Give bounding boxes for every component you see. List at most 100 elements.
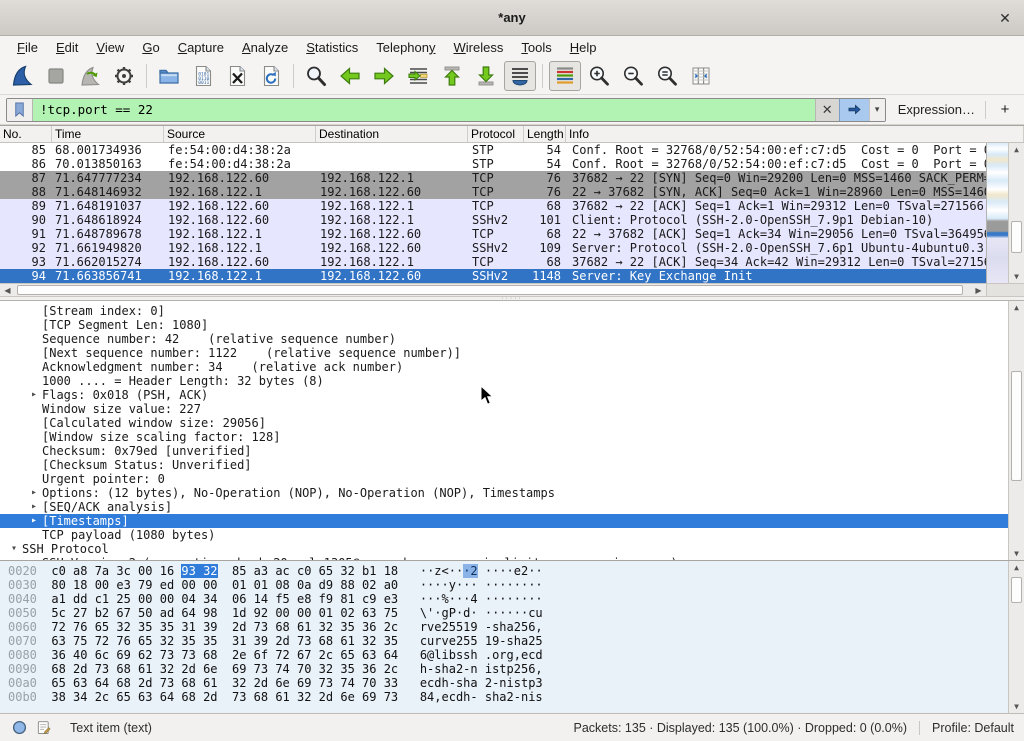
scroll-right-icon[interactable]: ▶ (971, 284, 986, 296)
column-header-info[interactable]: Info (566, 126, 1024, 142)
details-scroll-thumb[interactable] (1011, 371, 1022, 481)
packet-row-91[interactable]: 9171.648789678192.168.122.1192.168.122.6… (0, 227, 1024, 241)
detail-line-1[interactable]: [TCP Segment Len: 1080] (0, 318, 1024, 332)
bytes-scroll-thumb[interactable] (1011, 577, 1022, 603)
detail-line-10[interactable]: Checksum: 0x79ed [unverified] (0, 444, 1024, 458)
detail-line-17[interactable]: ▾SSH Protocol (0, 542, 1024, 556)
display-filter-input[interactable] (33, 99, 815, 121)
capture-options-button[interactable] (108, 61, 140, 91)
capture-comment-button[interactable] (34, 720, 52, 736)
packet-row-89[interactable]: 8971.648191037192.168.122.60192.168.122.… (0, 199, 1024, 213)
hex-row-00a0[interactable]: 00a0 65 63 64 68 2d 73 68 61 32 2d 6e 69… (8, 676, 1024, 690)
colorize-button[interactable] (549, 61, 581, 91)
detail-line-5[interactable]: 1000 .... = Header Length: 32 bytes (8) (0, 374, 1024, 388)
menu-wireless[interactable]: Wireless (445, 38, 513, 57)
zoom-original-button[interactable] (651, 61, 683, 91)
detail-line-6[interactable]: ▸Flags: 0x018 (PSH, ACK) (0, 388, 1024, 402)
detail-line-0[interactable]: [Stream index: 0] (0, 304, 1024, 318)
menu-help[interactable]: Help (561, 38, 606, 57)
hex-row-0070[interactable]: 0070 63 75 72 76 65 32 35 35 31 39 2d 73… (8, 634, 1024, 648)
hex-row-0060[interactable]: 0060 72 76 65 32 35 35 31 39 2d 73 68 61… (8, 620, 1024, 634)
hex-row-0030[interactable]: 0030 80 18 00 e3 79 ed 00 00 01 01 08 0a… (8, 578, 1024, 592)
column-header-protocol[interactable]: Protocol (468, 126, 524, 142)
start-capture-button[interactable] (6, 61, 38, 91)
profile-status[interactable]: Profile: Default (932, 721, 1014, 735)
menu-capture[interactable]: Capture (169, 38, 233, 57)
menu-tools[interactable]: Tools (512, 38, 560, 57)
detail-line-2[interactable]: Sequence number: 42 (relative sequence n… (0, 332, 1024, 346)
hex-row-0080[interactable]: 0080 36 40 6c 69 62 73 73 68 2e 6f 72 67… (8, 648, 1024, 662)
go-to-top-button[interactable] (436, 61, 468, 91)
packet-row-85[interactable]: 8568.001734936fe:54:00:d4:38:2aSTP54Conf… (0, 143, 1024, 157)
menu-analyze[interactable]: Analyze (233, 38, 297, 57)
go-forward-button[interactable] (368, 61, 400, 91)
menu-edit[interactable]: Edit (47, 38, 87, 57)
column-header-no[interactable]: No. (0, 126, 52, 142)
titlebar[interactable]: *any ✕ (0, 0, 1024, 36)
filter-clear-button[interactable]: ✕ (815, 99, 839, 121)
filter-bookmark-button[interactable] (7, 99, 33, 121)
detail-line-4[interactable]: Acknowledgment number: 34 (relative ack … (0, 360, 1024, 374)
detail-line-8[interactable]: [Calculated window size: 29056] (0, 416, 1024, 430)
scroll-left-icon[interactable]: ◀ (0, 284, 15, 296)
packet-list-vscrollbar[interactable]: ▲ ▼ (1008, 143, 1024, 283)
menu-file[interactable]: File (8, 38, 47, 57)
column-header-length[interactable]: Length (524, 126, 566, 142)
resize-columns-button[interactable] (685, 61, 717, 91)
filter-add-button[interactable]: + (992, 99, 1018, 121)
hex-row-0040[interactable]: 0040 a1 dd c1 25 00 00 04 34 06 14 f5 e8… (8, 592, 1024, 606)
tree-expanded-icon[interactable]: ▾ (6, 542, 22, 556)
hex-row-0020[interactable]: 0020 c0 a8 7a 3c 00 16 93 32 85 a3 ac c0… (8, 564, 1024, 578)
detail-line-12[interactable]: Urgent pointer: 0 (0, 472, 1024, 486)
detail-line-16[interactable]: TCP payload (1080 bytes) (0, 528, 1024, 542)
tree-collapsed-icon[interactable]: ▸ (26, 388, 42, 402)
zoom-out-button[interactable] (617, 61, 649, 91)
scroll-up-icon[interactable]: ▲ (1009, 301, 1024, 314)
detail-line-9[interactable]: [Window size scaling factor: 128] (0, 430, 1024, 444)
packet-list-minimap[interactable] (986, 143, 1008, 283)
go-to-bottom-button[interactable] (470, 61, 502, 91)
packet-list-scroll-thumb[interactable] (1011, 221, 1022, 253)
tree-collapsed-icon[interactable]: ▸ (26, 514, 42, 528)
zoom-in-button[interactable] (583, 61, 615, 91)
open-file-button[interactable] (153, 61, 185, 91)
hex-row-00b0[interactable]: 00b0 38 34 2c 65 63 64 68 2d 73 68 61 32… (8, 690, 1024, 704)
go-back-button[interactable] (334, 61, 366, 91)
filter-dropdown-button[interactable]: ▾ (869, 99, 885, 121)
hscroll-thumb[interactable] (17, 285, 963, 295)
detail-line-14[interactable]: ▸[SEQ/ACK analysis] (0, 500, 1024, 514)
detail-line-13[interactable]: ▸Options: (12 bytes), No-Operation (NOP)… (0, 486, 1024, 500)
menu-telephony[interactable]: Telephony (367, 38, 444, 57)
expert-info-button[interactable] (10, 720, 28, 736)
packet-row-92[interactable]: 9271.661949820192.168.122.1192.168.122.6… (0, 241, 1024, 255)
save-file-button[interactable]: 010101100011 (187, 61, 219, 91)
auto-scroll-button[interactable] (504, 61, 536, 91)
packet-row-93[interactable]: 9371.662015274192.168.122.60192.168.122.… (0, 255, 1024, 269)
scroll-up-icon[interactable]: ▲ (1009, 143, 1024, 156)
close-file-button[interactable] (221, 61, 253, 91)
hex-row-0050[interactable]: 0050 5c 27 b2 67 50 ad 64 98 1d 92 00 00… (8, 606, 1024, 620)
reload-file-button[interactable] (255, 61, 287, 91)
packet-list-hscrollbar[interactable]: ◀ ▶ (0, 283, 1024, 296)
packet-row-90[interactable]: 9071.648618924192.168.122.60192.168.122.… (0, 213, 1024, 227)
restart-capture-button[interactable] (74, 61, 106, 91)
scroll-down-icon[interactable]: ▼ (1009, 547, 1024, 560)
packet-row-86[interactable]: 8670.013850163fe:54:00:d4:38:2aSTP54Conf… (0, 157, 1024, 171)
packet-row-88[interactable]: 8871.648146932192.168.122.1192.168.122.6… (0, 185, 1024, 199)
bytes-vscrollbar[interactable]: ▲ ▼ (1008, 561, 1024, 713)
scroll-down-icon[interactable]: ▼ (1009, 270, 1024, 283)
column-header-source[interactable]: Source (164, 126, 316, 142)
window-close-button[interactable]: ✕ (996, 9, 1014, 27)
filter-apply-button[interactable] (839, 99, 869, 121)
packet-row-94[interactable]: 9471.663856741192.168.122.1192.168.122.6… (0, 269, 1024, 283)
hex-row-0090[interactable]: 0090 68 2d 73 68 61 32 2d 6e 69 73 74 70… (8, 662, 1024, 676)
menu-go[interactable]: Go (133, 38, 168, 57)
detail-line-7[interactable]: Window size value: 227 (0, 402, 1024, 416)
column-header-destination[interactable]: Destination (316, 126, 468, 142)
detail-line-15[interactable]: ▸[Timestamps] (0, 514, 1024, 528)
expression-button[interactable]: Expression… (898, 102, 975, 117)
menu-view[interactable]: View (87, 38, 133, 57)
packet-row-87[interactable]: 8771.647777234192.168.122.60192.168.122.… (0, 171, 1024, 185)
go-to-packet-button[interactable] (402, 61, 434, 91)
details-vscrollbar[interactable]: ▲ ▼ (1008, 301, 1024, 560)
